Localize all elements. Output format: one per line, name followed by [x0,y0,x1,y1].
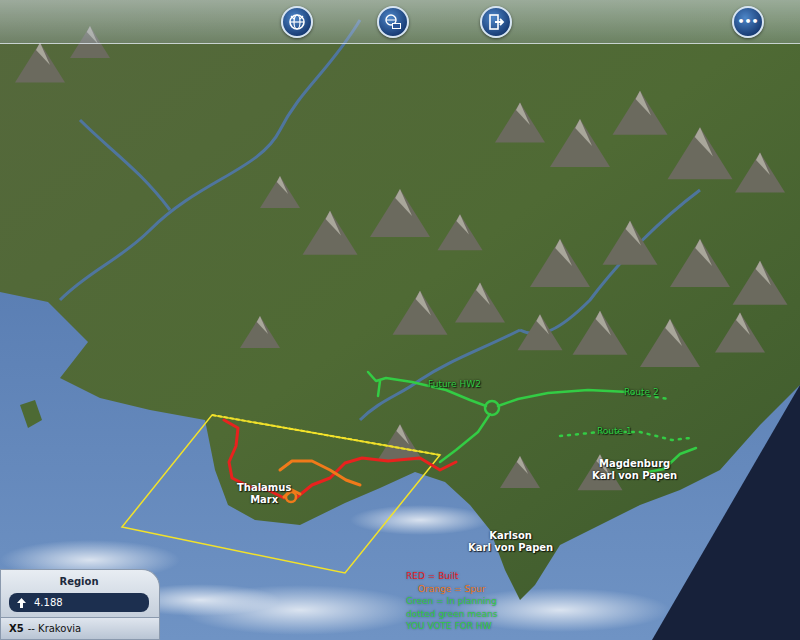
globe-icon [287,12,307,32]
more-button[interactable]: ••• [732,6,764,38]
label-line: Route 2 [624,387,659,397]
legend-entry: RED = Built [406,570,497,583]
city-label: MagdenburgKarl von Papen [592,458,677,481]
route-label: Future HW2 [428,379,481,389]
legend-entry: Green = In planning [406,595,497,608]
network-icon [383,12,403,32]
route-planning [498,390,628,406]
top-toolbar: ••• [0,0,800,44]
city-label: ThalamusMarx [237,482,291,505]
population-value: 4.188 [34,595,63,610]
spur-loop-icon [286,492,296,502]
region-info: Region 4.188 [0,569,160,617]
route-label: Route 1 [597,426,632,436]
region-panel: Region 4.188 X5 -- Krakovia [0,569,160,640]
terrain [0,0,800,640]
legend-entry: Orange = Spur [406,583,497,596]
label-line: Magdenburg [592,458,677,470]
region-name-bar[interactable]: X5 -- Krakovia [0,617,160,640]
route-planning [440,414,490,462]
region-view: ThalamusMarx Future HW2 Route 2 Route 1 Magd… [0,0,800,640]
region-boundary [122,415,440,573]
label-line: Route 1 [597,426,632,436]
exit-button[interactable] [480,6,512,38]
network-button[interactable] [377,6,409,38]
region-name: -- Krakovia [28,621,82,636]
population-icon [17,598,26,608]
route-label: Route 2 [624,387,659,397]
interchange-icon [485,401,499,415]
exit-icon [486,12,506,32]
route-overlay [0,0,800,640]
label-line: Future HW2 [428,379,481,389]
label-line: Karlson [468,530,553,542]
region-code: X5 [9,621,24,636]
route-spur [280,461,360,485]
globe-button[interactable] [281,6,313,38]
map-legend: RED = BuiltOrange = SpurGreen = In plann… [406,570,497,633]
population-display: 4.188 [9,593,149,612]
legend-entry: dotted green means [406,608,497,621]
route-planning [368,372,486,406]
route-planning [378,381,380,396]
city-label: KarlsonKarl von Papen [468,530,553,553]
legend-entry: YOU VOTE FOR HW [406,620,497,633]
label-line: Karl von Papen [592,470,677,482]
label-line: Thalamus [237,482,291,494]
boundary-road [212,415,440,455]
label-line: Marx [237,494,291,506]
region-title: Region [9,574,149,589]
label-line: Karl von Papen [468,542,553,554]
button-label: ••• [737,16,758,27]
